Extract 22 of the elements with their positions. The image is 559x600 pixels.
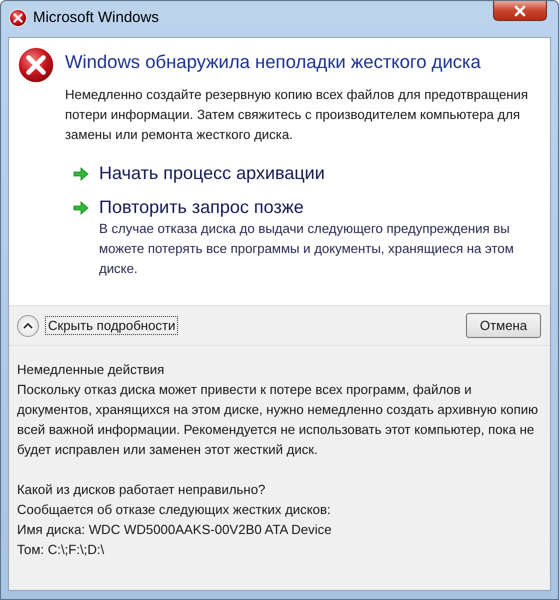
chevron-icon xyxy=(23,322,33,329)
close-icon xyxy=(513,4,527,16)
close-button[interactable] xyxy=(493,1,547,21)
cancel-button[interactable]: Отмена xyxy=(466,313,541,338)
arrow-icon xyxy=(73,166,89,180)
arrow-icon xyxy=(73,200,89,214)
command-note: В случае отказа диска до выдачи следующего предупреждения вы можете потерять все программы и документы, хранящиеся на этом диске. xyxy=(99,220,515,278)
details-text: Имя диска: WDC WD5000AAKS-00V2B0 ATA Device xyxy=(17,521,333,539)
toggle-details-link[interactable]: Скрыть подробности xyxy=(45,316,178,335)
error-icon xyxy=(9,9,27,27)
details-text: Сообщается об отказе следующих жестких дисков: xyxy=(17,501,332,519)
window-title: Microsoft Windows xyxy=(33,9,159,26)
toggle-details-button[interactable] xyxy=(17,314,39,336)
details-text: Немедленные действия xyxy=(17,361,166,379)
details-text: Том: C:\;F:\;D:\ xyxy=(17,541,106,559)
details-text: Поскольку отказ диска может привести к потере всех программ, файлов и документов, хранящихся на этом диске, нужно немедленно создать архивную копию всей важной информации. Рекомендуется не использовать этот компьютер, пока не будет исправлен или заменен этот жесткий диск. xyxy=(17,381,540,459)
error-icon xyxy=(17,46,55,84)
command-link[interactable]: Начать процесс архивации xyxy=(99,163,325,184)
command-link[interactable]: Повторить запрос позже xyxy=(99,197,304,218)
details-text: Какой из дисков работает неправильно? xyxy=(17,481,266,499)
dialog-heading: Windows обнаружила неполадки жесткого диска xyxy=(65,51,482,73)
description-text: Немедленно создайте резервную копию всех файлов для предотвращения потери информации. Затем свяжитесь с производителем компьютера для замены или ремонта жесткого диска. xyxy=(65,86,530,144)
